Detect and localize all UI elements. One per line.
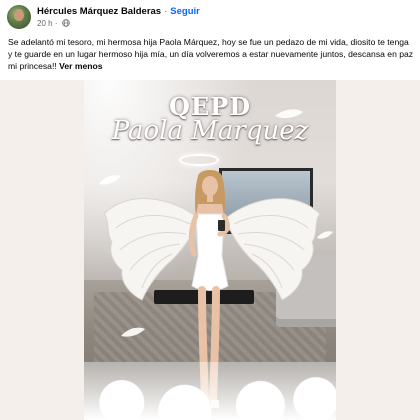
memorial-photo[interactable]: QEPD Paola Marquez (84, 80, 336, 420)
author-name[interactable]: Hércules Márquez Balderas (37, 6, 161, 17)
follow-button[interactable]: Seguir (170, 6, 200, 17)
see-less-button[interactable]: Ver menos (59, 61, 102, 71)
cloud-border (84, 362, 336, 420)
halo (179, 154, 219, 166)
author-row: Hércules Márquez Balderas · Seguir (37, 5, 200, 19)
separator-dot: · (164, 6, 168, 17)
author-avatar[interactable] (7, 5, 31, 29)
feather-icon (99, 175, 121, 185)
meta-separator: · (54, 19, 58, 28)
media-padding-left (0, 80, 84, 420)
memorial-name: Paola Marquez (111, 116, 309, 146)
globe-icon (61, 19, 70, 27)
post-media[interactable]: QEPD Paola Marquez (0, 80, 420, 420)
post-timestamp[interactable]: 20 h (37, 19, 53, 28)
post-meta: 20 h · (37, 18, 70, 30)
post-text: Se adelantó mi tesoro, mi hermosa hija P… (8, 36, 414, 72)
media-padding-right (336, 80, 420, 420)
post-header: Hércules Márquez Balderas · Seguir 20 h · (0, 0, 420, 34)
feather-icon (121, 327, 145, 337)
feather-icon (317, 231, 333, 239)
